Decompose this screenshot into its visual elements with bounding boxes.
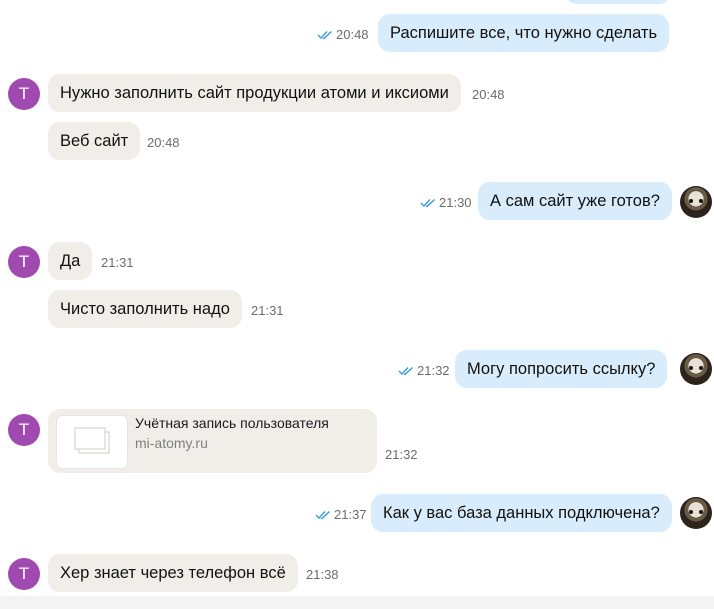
message-text: Да [60, 252, 81, 270]
message-bubble-outgoing[interactable]: А сам сайт уже готов? [478, 182, 672, 220]
message-bubble-incoming[interactable]: Чисто заполнить надо [48, 290, 242, 328]
message-time: 21:32 [385, 447, 418, 462]
user-photo-icon [689, 366, 703, 370]
message-text: Нужно заполнить сайт продукции атоми и и… [60, 84, 449, 102]
message-status: 20:48 [317, 27, 369, 42]
composer-area-edge [0, 596, 714, 609]
user-photo-icon [689, 510, 703, 514]
double-check-icon [398, 366, 413, 375]
message-status: 21:32 [398, 363, 450, 378]
link-thumbnail [56, 415, 128, 469]
message-text: Могу попросить ссылку? [467, 360, 656, 378]
message-text: Хер знает через телефон всё [60, 564, 286, 582]
contact-avatar[interactable]: T [8, 414, 40, 446]
user-photo-icon [689, 199, 703, 203]
message-time: 21:32 [417, 363, 450, 378]
contact-avatar[interactable]: T [8, 78, 40, 110]
message-time: 20:48 [147, 135, 180, 150]
user-avatar[interactable] [680, 186, 712, 218]
user-avatar[interactable] [680, 497, 712, 529]
double-check-icon [420, 198, 435, 207]
message-time: 21:31 [101, 255, 134, 270]
message-time: 21:38 [306, 567, 339, 582]
message-bubble-incoming[interactable]: Хер знает через телефон всё [48, 554, 298, 592]
message-time: 21:37 [334, 507, 367, 522]
message-status: 21:30 [420, 195, 472, 210]
message-bubble-outgoing[interactable]: Распишите все, что нужно сделать [378, 14, 670, 52]
message-time: 21:31 [251, 303, 284, 318]
message-time: 20:48 [472, 87, 505, 102]
document-placeholder-icon [74, 427, 110, 454]
message-bubble-incoming[interactable]: Нужно заполнить сайт продукции атоми и и… [48, 74, 461, 112]
user-avatar[interactable] [680, 353, 712, 385]
double-check-icon [317, 30, 332, 39]
link-preview-card[interactable]: Учётная запись пользователя mi-atomy.ru [48, 409, 377, 473]
message-text: Распишите все, что нужно сделать [390, 24, 658, 42]
message-bubble-incoming[interactable]: Веб сайт [48, 122, 141, 160]
link-url[interactable]: mi-atomy.ru [135, 435, 208, 451]
double-check-icon [315, 510, 330, 519]
message-time: 20:48 [336, 27, 369, 42]
contact-avatar[interactable]: T [8, 246, 40, 278]
message-bubble-outgoing[interactable]: Могу попросить ссылку? [455, 350, 668, 388]
message-text: Чисто заполнить надо [60, 300, 230, 318]
message-time: 21:30 [439, 195, 472, 210]
previous-message-bubble-edge [565, 0, 671, 4]
message-bubble-incoming[interactable]: Да [48, 242, 93, 280]
message-text: Как у вас база данных подключена? [383, 504, 660, 522]
link-title: Учётная запись пользователя [135, 415, 329, 431]
contact-avatar[interactable]: T [8, 558, 40, 590]
message-text: А сам сайт уже готов? [490, 192, 660, 210]
message-status: 21:37 [315, 507, 367, 522]
message-text: Веб сайт [60, 132, 129, 150]
message-bubble-outgoing[interactable]: Как у вас база данных подключена? [371, 494, 672, 532]
